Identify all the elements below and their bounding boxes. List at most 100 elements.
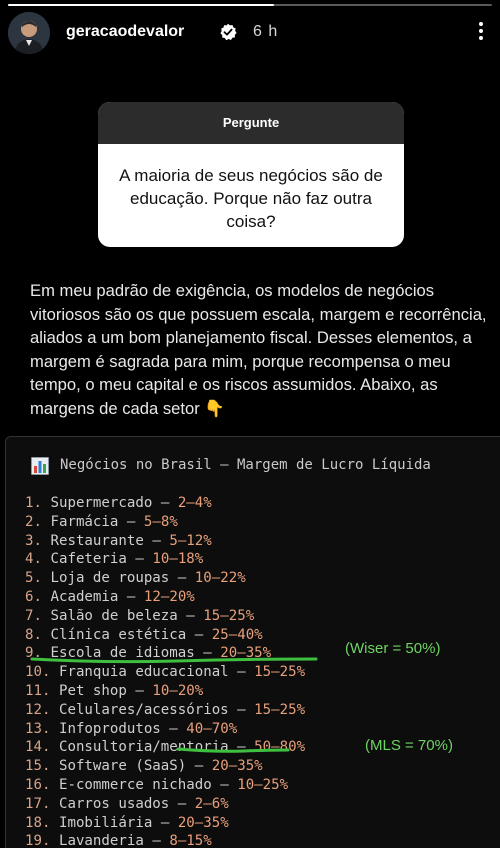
list-item-margin: 25–40%: [211, 626, 263, 643]
list-item: 19. Lavanderia — 8–15%: [25, 832, 305, 848]
list-item-separator: —: [152, 532, 161, 549]
list-item-number: 11.: [25, 682, 51, 699]
list-item: 11. Pet shop — 10–20%: [25, 682, 305, 701]
list-item-name: Consultoria/mentoria: [58, 739, 229, 756]
list-item-margin: 5–8%: [143, 513, 178, 530]
list-item-separator: —: [237, 739, 246, 756]
list-item-separator: —: [203, 645, 212, 662]
list-item-name: Celulares/acessórios: [58, 701, 229, 718]
list-item-separator: —: [135, 682, 144, 699]
list-item-name: E-commerce nichado: [58, 776, 212, 793]
list-item-margin: 2–6%: [194, 795, 229, 812]
list-item-number: 13.: [25, 720, 51, 737]
list-item: 13. Infoprodutos — 40–70%: [25, 720, 305, 739]
list-item-name: Supermercado: [50, 495, 153, 511]
list-item-name: Pet shop: [58, 682, 127, 699]
list-item-number: 4.: [25, 551, 42, 568]
list-item-separator: —: [160, 495, 170, 511]
list-item-name: Software (SaaS): [58, 758, 187, 775]
list-item-number: 5.: [25, 570, 42, 587]
list-item-margin: 20–35%: [220, 645, 272, 662]
mls-note: (MLS = 70%): [365, 737, 453, 754]
list-item-name: Farmácia: [50, 513, 119, 530]
list-item-number: 1.: [25, 495, 42, 511]
list-item: 16. E-commerce nichado — 10–25%: [25, 776, 305, 795]
margin-list: 1. Supermercado — 2–4% 2. Farmácia — 5–8%…: [25, 494, 305, 848]
list-item: 9. Escola de idiomas — 20–35%: [25, 644, 305, 663]
list-item-name: Escola de idiomas: [50, 645, 195, 662]
list-item-margin: 10–22%: [194, 570, 246, 587]
list-item-separator: —: [186, 607, 195, 624]
list-item: 17. Carros usados — 2–6%: [25, 795, 305, 814]
list-item-margin: 10–18%: [152, 551, 204, 568]
list-item-margin: 5–12%: [169, 532, 212, 549]
list-item-margin: 2–4%: [177, 495, 212, 511]
list-item-name: Franquia educacional: [58, 664, 229, 681]
story-header: geracaodevalor 6 h: [0, 10, 500, 58]
list-item: 7. Salão de beleza — 15–25%: [25, 607, 305, 626]
list-item-margin: 15–25%: [203, 607, 255, 624]
story-viewer[interactable]: geracaodevalor 6 h Pergunte A maioria de…: [0, 0, 500, 848]
list-item: 18. Imobiliária — 20–35%: [25, 814, 305, 833]
list-item-margin: 50–80%: [254, 739, 306, 756]
list-item-margin: 12–20%: [143, 588, 195, 605]
list-item-name: Restaurante: [50, 532, 144, 549]
list-item-name: Infoprodutos: [58, 720, 161, 737]
list-item-margin: 15–25%: [254, 701, 306, 718]
list-item-separator: —: [237, 664, 246, 681]
list-item-separator: —: [126, 588, 136, 605]
list-item-separator: —: [194, 626, 204, 643]
story-progress-fill: [8, 4, 275, 6]
list-item-margin: 20–35%: [177, 814, 229, 831]
post-time: 6 h: [253, 23, 279, 40]
list-item-margin: 20–35%: [211, 758, 263, 775]
list-item-number: 14.: [25, 739, 51, 756]
code-block: Negócios no Brasil — Margem de Lucro Líq…: [5, 436, 500, 848]
list-item-name: Academia: [50, 588, 119, 605]
verified-badge-icon: [219, 23, 237, 41]
list-item: 8. Clínica estética — 25–40%: [25, 626, 305, 645]
list-item-separator: —: [194, 758, 204, 775]
list-item-number: 10.: [25, 664, 51, 681]
list-item-number: 3.: [25, 532, 42, 549]
avatar[interactable]: [8, 12, 50, 54]
list-item-separator: —: [237, 701, 246, 718]
more-options-icon[interactable]: [475, 22, 487, 44]
list-item-margin: 40–70%: [186, 720, 238, 737]
username[interactable]: geracaodevalor: [66, 23, 184, 41]
list-item-separator: —: [135, 551, 144, 568]
list-item-separator: —: [169, 720, 178, 737]
question-sticker[interactable]: Pergunte A maioria de seus negócios são …: [98, 102, 404, 247]
list-item-number: 18.: [25, 814, 51, 831]
list-item-margin: 15–25%: [254, 664, 306, 681]
list-item-separator: —: [160, 814, 170, 831]
list-item-separator: —: [220, 776, 229, 793]
wiser-note: (Wiser = 50%): [345, 640, 441, 657]
list-item: 1. Supermercado — 2–4%: [25, 494, 305, 513]
answer-text: Em meu padrão de exigência, os modelos d…: [30, 281, 487, 418]
list-item-separator: —: [177, 570, 187, 587]
list-item: 10. Franquia educacional — 15–25%: [25, 663, 305, 682]
list-item: 14. Consultoria/mentoria — 50–80%: [25, 738, 305, 757]
list-item-name: Loja de roupas: [50, 570, 170, 587]
list-item-separator: —: [177, 795, 187, 812]
list-item-number: 15.: [25, 758, 51, 775]
list-item-name: Imobiliária: [58, 814, 153, 831]
list-item-number: 9.: [25, 645, 42, 662]
story-progress-bar: [8, 4, 492, 6]
code-title: Negócios no Brasil — Margem de Lucro Líq…: [60, 457, 431, 473]
list-item: 2. Farmácia — 5–8%: [25, 513, 305, 532]
list-item: 5. Loja de roupas — 10–22%: [25, 569, 305, 588]
list-item-number: 17.: [25, 795, 51, 812]
list-item: 4. Cafeteria — 10–18%: [25, 550, 305, 569]
list-item: 6. Academia — 12–20%: [25, 588, 305, 607]
list-item: 3. Restaurante — 5–12%: [25, 532, 305, 551]
answer-text-block: Em meu padrão de exigência, os modelos d…: [30, 279, 492, 420]
list-item-name: Salão de beleza: [50, 607, 178, 624]
list-item-number: 7.: [25, 607, 42, 624]
list-item-separator: —: [126, 513, 136, 530]
list-item-name: Cafeteria: [50, 551, 127, 568]
pointing-down-hand-emoji: 👇: [204, 398, 226, 418]
list-item-number: 16.: [25, 776, 51, 793]
list-item-margin: 10–25%: [237, 776, 289, 793]
